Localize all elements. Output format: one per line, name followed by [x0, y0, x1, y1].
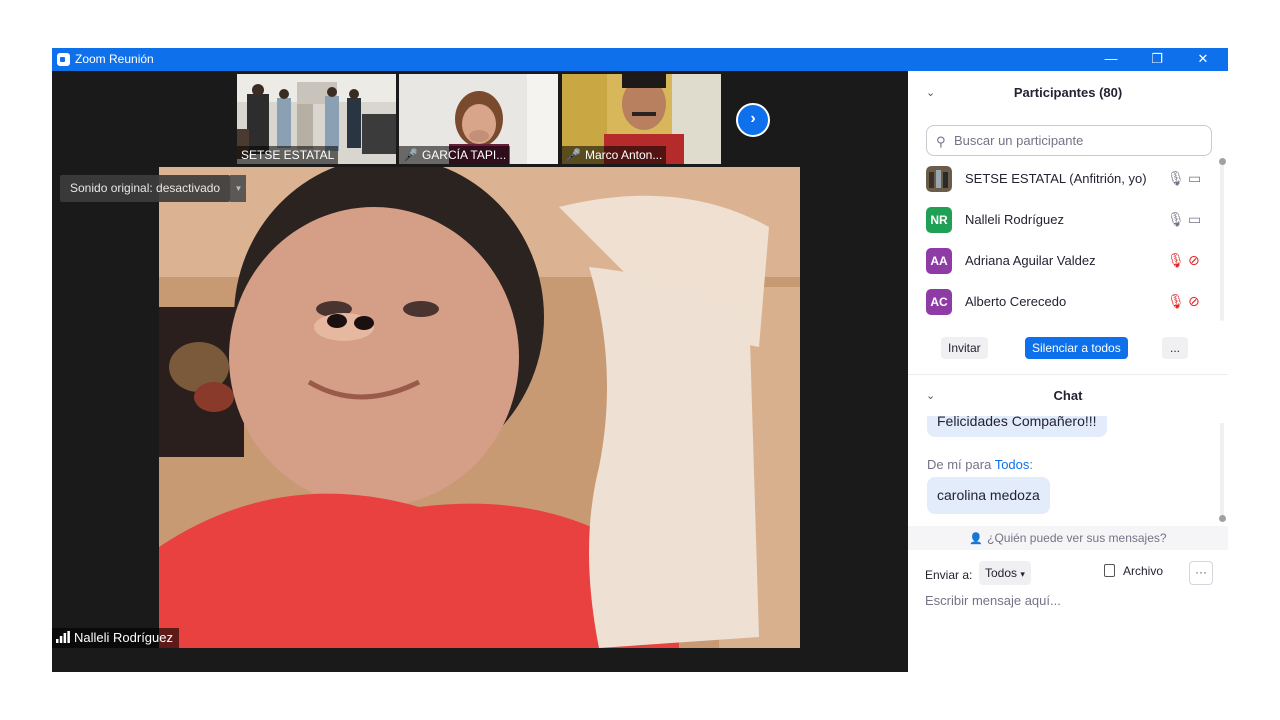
video-thumbnail[interactable]: 🎤 Marco Anton...	[562, 74, 721, 164]
chat-message-input[interactable]: Escribir mensaje aquí...	[925, 593, 1205, 608]
file-button[interactable]: Archivo	[1104, 564, 1163, 578]
participant-name: Adriana Aguilar Valdez	[965, 253, 1096, 268]
close-button[interactable]: ✕	[1180, 48, 1226, 71]
microphone-icon[interactable]: 🎙	[1167, 170, 1185, 187]
thumbnail-name-label: 🎤 Marco Anton...	[562, 146, 667, 164]
file-icon	[1104, 564, 1115, 577]
send-to-label: Enviar a:	[925, 568, 973, 582]
avatar: NR	[926, 207, 952, 233]
chat-sender-line: De mí para Todos:	[927, 457, 1033, 472]
zoom-app-icon	[57, 53, 70, 66]
video-stage: SETSE ESTATAL 🎤 GARCÍA TAPI... 🎤 Marco A…	[52, 71, 908, 672]
mute-all-button[interactable]: Silenciar a todos	[1025, 337, 1128, 359]
video-camera-icon[interactable]: ▭	[1188, 211, 1201, 228]
chat-recipient-link[interactable]: Todos	[995, 457, 1030, 472]
visibility-text: ¿Quién puede ver sus mensajes?	[987, 531, 1167, 545]
window-title: Zoom Reunión	[75, 52, 154, 66]
message-visibility-info[interactable]: 👤 ¿Quién puede ver sus mensajes?	[908, 526, 1228, 550]
speaker-name-label: Nalleli Rodríguez	[52, 628, 179, 648]
video-camera-icon[interactable]: ▭	[1188, 170, 1201, 187]
participant-row[interactable]: SETSE ESTATAL (Anfitrión, yo) 🎙 ▭	[908, 159, 1220, 200]
title-bar: Zoom Reunión — ❐ ✕	[52, 48, 1228, 71]
chat-message-bubble: carolina medoza	[927, 477, 1050, 514]
video-thumbnail[interactable]: 🎤 GARCÍA TAPI...	[399, 74, 558, 164]
thumbnail-name-label: SETSE ESTATAL	[237, 146, 339, 164]
thumbnail-name-label: 🎤 GARCÍA TAPI...	[399, 146, 511, 164]
original-sound-toggle[interactable]: Sonido original: desactivado	[60, 175, 231, 202]
section-divider	[908, 374, 1228, 375]
participants-scroll-thumb[interactable]	[1219, 158, 1226, 165]
participant-search-input[interactable]: ⚲ Buscar un participante	[926, 125, 1212, 156]
chat-header: ⌄ Chat	[908, 381, 1228, 411]
participant-row[interactable]: AC Alberto Cerecedo 🎙 ⊘	[908, 282, 1220, 323]
chevron-down-icon: ▾	[1020, 569, 1025, 579]
avatar: AA	[926, 248, 952, 274]
chat-title: Chat	[1053, 388, 1083, 403]
participant-name: Alberto Cerecedo	[965, 294, 1067, 309]
collapse-chevron-icon[interactable]: ⌄	[926, 78, 935, 108]
search-icon: ⚲	[936, 134, 946, 149]
more-options-button[interactable]: ...	[1162, 337, 1189, 359]
minimize-button[interactable]: —	[1088, 48, 1134, 71]
file-label: Archivo	[1123, 564, 1164, 578]
chat-sender: De mí para	[927, 457, 995, 472]
avatar	[926, 166, 952, 192]
avatar: AC	[926, 289, 952, 315]
microphone-icon[interactable]: 🎙	[1167, 211, 1185, 228]
participants-title: Participantes (80)	[1013, 85, 1123, 100]
thumbnail-name: SETSE ESTATAL	[241, 148, 335, 162]
chat-scroll-thumb[interactable]	[1219, 515, 1226, 522]
thumbnail-name: Marco Anton...	[584, 148, 663, 162]
participant-name: Nalleli Rodríguez	[965, 212, 1064, 227]
speaker-name: Nalleli Rodríguez	[74, 630, 173, 645]
mic-muted-icon: 🎤	[566, 148, 581, 162]
side-panel: ⌄ Participantes (80) ⚲ Buscar un partici…	[908, 71, 1228, 672]
active-speaker-video	[159, 167, 800, 648]
chat-sender-colon: :	[1029, 457, 1034, 472]
participants-header: ⌄ Participantes (80)	[908, 78, 1228, 108]
person-icon: 👤	[969, 533, 984, 545]
signal-strength-icon	[56, 631, 70, 643]
invite-button[interactable]: Invitar	[941, 337, 988, 359]
participant-row[interactable]: NR Nalleli Rodríguez 🎙 ▭	[908, 200, 1220, 241]
microphone-muted-icon[interactable]: 🎙	[1167, 252, 1185, 269]
send-to-dropdown[interactable]: Todos ▾	[979, 561, 1031, 585]
microphone-muted-icon[interactable]: 🎙	[1167, 293, 1185, 310]
chat-scrollbar[interactable]	[1220, 423, 1224, 521]
search-placeholder: Buscar un participante	[954, 133, 1084, 148]
chat-message-bubble: Felicidades Compañero!!!	[927, 416, 1107, 437]
zoom-window: Zoom Reunión — ❐ ✕ SETSE ESTATAL 🎤 GARCÍ…	[52, 48, 1228, 672]
mic-muted-icon: 🎤	[403, 148, 418, 162]
chat-more-button[interactable]: ···	[1189, 561, 1213, 585]
video-thumbnail[interactable]: SETSE ESTATAL	[237, 74, 396, 164]
maximize-button[interactable]: ❐	[1134, 48, 1180, 71]
participant-name: SETSE ESTATAL (Anfitrión, yo)	[965, 171, 1147, 186]
next-page-button[interactable]: ›	[736, 103, 770, 137]
participant-row[interactable]: AA Adriana Aguilar Valdez 🎙 ⊘	[908, 241, 1220, 282]
video-off-icon[interactable]: ⊘	[1188, 252, 1200, 269]
participants-scrollbar[interactable]	[1220, 159, 1224, 321]
thumbnail-name: GARCÍA TAPI...	[421, 148, 507, 162]
video-off-icon[interactable]: ⊘	[1188, 293, 1200, 310]
chevron-down-icon[interactable]: ▼	[230, 175, 246, 202]
collapse-chevron-icon[interactable]: ⌄	[926, 381, 935, 411]
send-to-value: Todos	[985, 566, 1018, 580]
speaker-video-frame	[159, 167, 800, 648]
chat-messages: Felicidades Compañero!!! De mí para Todo…	[908, 416, 1220, 526]
